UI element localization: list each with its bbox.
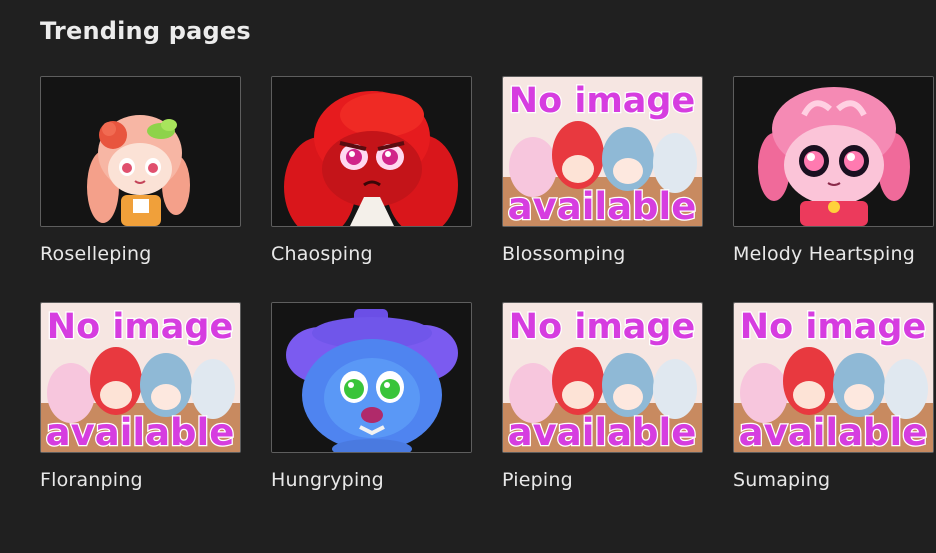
page-name-melody-heartsping[interactable]: Melody Heartsping xyxy=(733,243,915,265)
no-image-line-1: No image xyxy=(509,81,695,121)
melody-heartsping-image xyxy=(734,77,933,226)
page-name-sumaping[interactable]: Sumaping xyxy=(733,469,830,491)
page-card-chaosping[interactable]: Chaosping xyxy=(271,76,472,265)
no-image-line-1: No image xyxy=(509,307,695,347)
chaosping-image xyxy=(272,77,471,226)
thumbnail-chaosping[interactable] xyxy=(271,76,472,227)
page-card-roselleping[interactable]: Roselleping xyxy=(40,76,241,265)
thumbnail-melody-heartsping[interactable] xyxy=(733,76,934,227)
no-image-placeholder: No image available xyxy=(41,303,240,452)
no-image-line-2: available xyxy=(508,411,697,452)
thumbnail-floranping[interactable]: No image available xyxy=(40,302,241,453)
no-image-line-2: available xyxy=(508,185,697,226)
page-name-blossomping[interactable]: Blossomping xyxy=(502,243,626,265)
page-name-pieping[interactable]: Pieping xyxy=(502,469,573,491)
no-image-placeholder: No image available xyxy=(734,303,933,452)
page-card-sumaping[interactable]: No image available Sumaping xyxy=(733,302,934,491)
page-name-hungryping[interactable]: Hungryping xyxy=(271,469,384,491)
trending-pages-panel: Trending pages Roselleping Chaosping No … xyxy=(0,0,936,553)
thumbnail-hungryping[interactable] xyxy=(271,302,472,453)
page-card-blossomping[interactable]: No image available Blossomping xyxy=(502,76,703,265)
no-image-line-2: available xyxy=(46,411,235,452)
page-name-chaosping[interactable]: Chaosping xyxy=(271,243,373,265)
roselleping-image xyxy=(41,77,240,226)
page-card-melody-heartsping[interactable]: Melody Heartsping xyxy=(733,76,934,265)
no-image-line-2: available xyxy=(739,411,928,452)
no-image-placeholder: No image available xyxy=(503,77,702,226)
thumbnail-blossomping[interactable]: No image available xyxy=(502,76,703,227)
page-card-hungryping[interactable]: Hungryping xyxy=(271,302,472,491)
hungryping-image xyxy=(272,303,471,452)
page-card-floranping[interactable]: No image available Floranping xyxy=(40,302,241,491)
thumbnail-pieping[interactable]: No image available xyxy=(502,302,703,453)
page-card-pieping[interactable]: No image available Pieping xyxy=(502,302,703,491)
no-image-line-1: No image xyxy=(47,307,233,347)
thumbnail-sumaping[interactable]: No image available xyxy=(733,302,934,453)
no-image-placeholder: No image available xyxy=(503,303,702,452)
thumbnail-roselleping[interactable] xyxy=(40,76,241,227)
trending-pages-grid: Roselleping Chaosping No image available… xyxy=(40,76,934,491)
section-title: Trending pages xyxy=(40,17,251,45)
no-image-line-1: No image xyxy=(740,307,926,347)
page-name-floranping[interactable]: Floranping xyxy=(40,469,143,491)
page-name-roselleping[interactable]: Roselleping xyxy=(40,243,151,265)
